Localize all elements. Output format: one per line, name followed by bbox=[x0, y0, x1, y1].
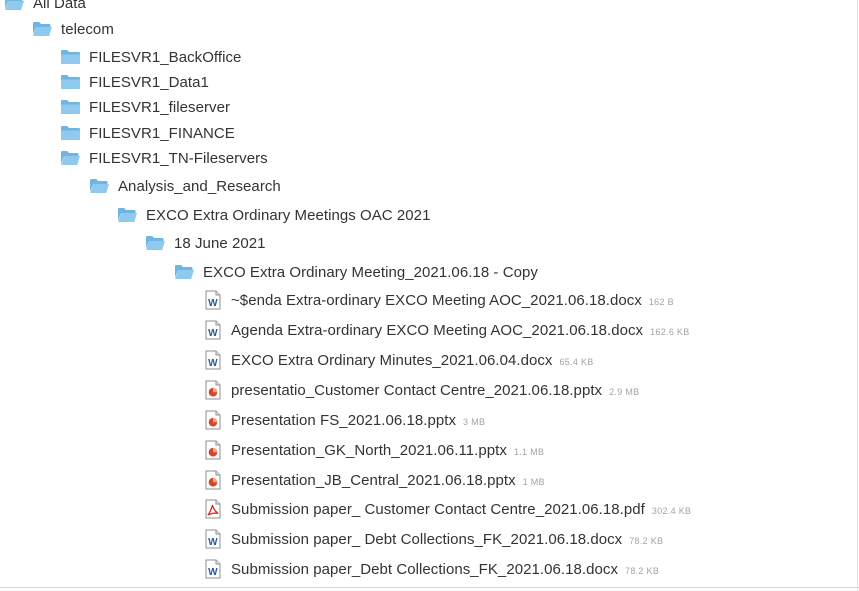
file-size: 1 MB bbox=[522, 476, 545, 487]
tree-folder-18-june-2021[interactable]: 18 June 2021 bbox=[145, 231, 266, 255]
folder-label: FILESVR1_TN-Fileservers bbox=[89, 149, 268, 167]
folder-label: FILESVR1_fileserver bbox=[89, 98, 231, 116]
tree-file-row[interactable]: Agenda Extra-ordinary EXCO Meeting AOC_2… bbox=[205, 318, 690, 342]
tree-folder-filesvr1-tn-fileservers[interactable]: FILESVR1_TN-Fileservers bbox=[60, 146, 268, 170]
tree-file-row[interactable]: EXCO Extra Ordinary Minutes_2021.06.04.d… bbox=[205, 348, 594, 372]
tree-file-row[interactable]: ~$enda Extra-ordinary EXCO Meeting AOC_2… bbox=[205, 288, 674, 312]
file-size: 1.1 MB bbox=[513, 446, 545, 457]
file-name: ~$enda Extra-ordinary EXCO Meeting AOC_2… bbox=[231, 291, 642, 309]
folder-label: EXCO Extra Ordinary Meeting_2021.06.18 -… bbox=[203, 263, 538, 281]
folder-icon bbox=[60, 124, 81, 142]
folder-label: FILESVR1_BackOffice bbox=[89, 48, 242, 66]
file-size: 78.2 KB bbox=[629, 535, 664, 546]
tree-file-row[interactable]: Submission paper_Debt Collections_FK_202… bbox=[205, 557, 659, 581]
folder-open-icon bbox=[32, 20, 53, 38]
folder-icon bbox=[60, 73, 81, 91]
file-tree: All Data telecom FILESVR1_BackOffice FIL… bbox=[0, 0, 859, 591]
folder-label: All Data bbox=[33, 0, 86, 12]
folder-open-icon bbox=[117, 206, 138, 224]
folder-label: EXCO Extra Ordinary Meetings OAC 2021 bbox=[146, 206, 431, 224]
folder-label: telecom bbox=[61, 20, 114, 38]
file-name: Submission paper_ Debt Collections_FK_20… bbox=[231, 530, 623, 548]
tree-folder-filesvr1-fileserver[interactable]: FILESVR1_fileserver bbox=[60, 95, 230, 119]
file-size: 65.4 KB bbox=[559, 356, 594, 367]
folder-open-icon bbox=[60, 149, 81, 167]
folder-open-icon bbox=[4, 0, 25, 12]
tree-folder-filesvr1-finance[interactable]: FILESVR1_FINANCE bbox=[60, 121, 235, 145]
file-size: 162 B bbox=[648, 296, 674, 307]
folder-label: FILESVR1_Data1 bbox=[89, 73, 209, 91]
file-name: Submission paper_ Customer Contact Centr… bbox=[231, 500, 645, 518]
file-name: EXCO Extra Ordinary Minutes_2021.06.04.d… bbox=[231, 351, 553, 369]
tree-folder-exco-meetings-oac-2021[interactable]: EXCO Extra Ordinary Meetings OAC 2021 bbox=[117, 203, 430, 227]
tree-folder-filesvr1-data1[interactable]: FILESVR1_Data1 bbox=[60, 70, 209, 94]
word-document-icon bbox=[205, 559, 221, 579]
tree-folder-telecom[interactable]: telecom bbox=[32, 17, 114, 41]
tree-file-row[interactable]: Presentation_JB_Central_2021.06.18.pptx … bbox=[205, 468, 545, 492]
tree-folder-exco-meeting-copy[interactable]: EXCO Extra Ordinary Meeting_2021.06.18 -… bbox=[174, 260, 538, 284]
file-size: 2.9 MB bbox=[609, 386, 640, 397]
tree-file-row[interactable]: Presentation FS_2021.06.18.pptx 3 MB bbox=[205, 408, 485, 432]
tree-file-row[interactable]: Submission paper_ Customer Contact Centr… bbox=[205, 497, 691, 521]
folder-icon bbox=[60, 98, 81, 116]
powerpoint-icon bbox=[205, 380, 221, 400]
powerpoint-icon bbox=[205, 410, 221, 430]
folder-icon bbox=[60, 48, 81, 66]
pdf-icon bbox=[205, 499, 221, 519]
folder-label: 18 June 2021 bbox=[174, 234, 266, 252]
tree-file-row[interactable]: Presentation_GK_North_2021.06.11.pptx 1.… bbox=[205, 438, 544, 462]
file-name: presentatio_Customer Contact Centre_2021… bbox=[231, 381, 603, 399]
folder-open-icon bbox=[89, 177, 110, 195]
tree-folder-analysis-and-research[interactable]: Analysis_and_Research bbox=[89, 174, 281, 198]
tree-file-row[interactable]: Submission paper_ Debt Collections_FK_20… bbox=[205, 527, 663, 551]
right-divider bbox=[857, 0, 858, 591]
file-name: Presentation_GK_North_2021.06.11.pptx bbox=[231, 441, 507, 459]
folder-open-icon bbox=[145, 234, 166, 252]
powerpoint-icon bbox=[205, 440, 221, 460]
word-document-icon bbox=[205, 320, 221, 340]
word-document-icon bbox=[205, 290, 221, 310]
file-size: 78.2 KB bbox=[625, 565, 660, 576]
word-document-icon bbox=[205, 529, 221, 549]
file-name: Presentation FS_2021.06.18.pptx bbox=[231, 411, 457, 429]
tree-folder-filesvr1-backoffice[interactable]: FILESVR1_BackOffice bbox=[60, 45, 241, 69]
file-size: 162.6 KB bbox=[650, 326, 690, 337]
file-name: Presentation_JB_Central_2021.06.18.pptx bbox=[231, 471, 516, 489]
folder-label: FILESVR1_FINANCE bbox=[89, 124, 235, 142]
powerpoint-icon bbox=[205, 470, 221, 490]
word-document-icon bbox=[205, 350, 221, 370]
file-size: 302.4 KB bbox=[651, 505, 692, 516]
folder-open-icon bbox=[174, 263, 195, 281]
tree-file-row[interactable]: presentatio_Customer Contact Centre_2021… bbox=[205, 378, 639, 402]
folder-label: Analysis_and_Research bbox=[118, 177, 281, 195]
file-name: Agenda Extra-ordinary EXCO Meeting AOC_2… bbox=[231, 321, 644, 339]
file-size: 3 MB bbox=[463, 416, 486, 427]
bottom-divider bbox=[0, 587, 859, 588]
tree-folder-all-data[interactable]: All Data bbox=[4, 0, 86, 15]
file-name: Submission paper_Debt Collections_FK_202… bbox=[231, 560, 619, 578]
